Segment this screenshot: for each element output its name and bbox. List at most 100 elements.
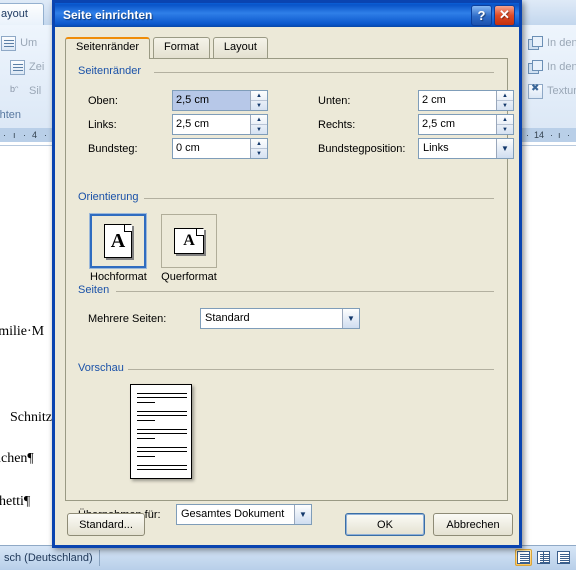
tab-format[interactable]: Format bbox=[153, 37, 210, 59]
spin-up-icon[interactable]: ▲ bbox=[251, 139, 267, 149]
spin-down-icon[interactable]: ▼ bbox=[251, 101, 267, 110]
ruler-tick: · bbox=[3, 130, 6, 140]
group-rule bbox=[116, 291, 494, 292]
orientation-hochformat-box[interactable]: A bbox=[89, 213, 147, 269]
preview-line bbox=[137, 447, 187, 448]
spin-up-icon[interactable]: ▲ bbox=[497, 91, 513, 101]
page-preview bbox=[130, 384, 192, 479]
preview-line bbox=[137, 456, 155, 457]
spin-down-icon[interactable]: ▼ bbox=[251, 125, 267, 134]
mehrere-seiten-combo[interactable]: Standard ▼ bbox=[200, 308, 360, 329]
ribbon-item-umbrueche[interactable]: g ▼ Um bbox=[0, 33, 37, 53]
uebernehmen-fuer-combo[interactable]: Gesamtes Dokument ▼ bbox=[176, 504, 312, 525]
document-text-line: ghetti¶ bbox=[0, 494, 31, 509]
orientation-querformat-box[interactable]: A bbox=[161, 214, 217, 268]
dialog-title-bar[interactable]: Seite einrichten ? ✕ bbox=[52, 0, 522, 27]
preview-line bbox=[137, 429, 187, 430]
ribbon-item-send-to-back[interactable]: In den bbox=[528, 57, 576, 77]
tab-seitenraender[interactable]: Seitenränder bbox=[65, 37, 150, 59]
preview-line bbox=[137, 415, 187, 416]
links-spin-buttons[interactable]: ▲ ▼ bbox=[250, 115, 267, 134]
preview-line bbox=[137, 451, 187, 452]
ribbon-item-label: Textum bbox=[547, 85, 576, 97]
close-icon[interactable]: ✕ bbox=[494, 4, 515, 26]
label-mehrere-seiten: Mehrere Seiten: bbox=[88, 313, 167, 325]
group-title-margins: Seitenränder bbox=[78, 65, 145, 77]
tab-layout[interactable]: Layout bbox=[212, 37, 268, 59]
line-numbers-icon bbox=[10, 59, 25, 75]
document-text-line: Schnitz bbox=[10, 410, 52, 425]
oben-value[interactable]: 2,5 cm bbox=[173, 91, 250, 110]
spin-up-icon[interactable]: ▲ bbox=[251, 91, 267, 101]
cancel-button[interactable]: Abbrechen bbox=[433, 513, 513, 536]
view-buttons bbox=[515, 549, 572, 566]
chevron-down-icon[interactable]: ▼ bbox=[496, 139, 513, 158]
bundstegposition-combo[interactable]: Links ▼ bbox=[418, 138, 514, 159]
send-to-back-icon bbox=[528, 59, 543, 75]
help-button[interactable]: ? bbox=[471, 4, 492, 26]
spin-up-icon[interactable]: ▲ bbox=[251, 115, 267, 125]
print-layout-view-button[interactable] bbox=[515, 549, 532, 566]
ribbon-item-bring-to-front[interactable]: In den bbox=[528, 33, 576, 53]
full-screen-reading-view-button[interactable] bbox=[535, 549, 552, 566]
spin-up-icon[interactable]: ▲ bbox=[497, 115, 513, 125]
spin-down-icon[interactable]: ▼ bbox=[251, 149, 267, 158]
preview-line bbox=[137, 393, 187, 394]
oben-spinner[interactable]: 2,5 cm ▲ ▼ bbox=[172, 90, 268, 111]
unten-spinner[interactable]: 2 cm ▲ ▼ bbox=[418, 90, 514, 111]
ruler-tick: ı bbox=[558, 130, 561, 140]
orientation-hochformat[interactable]: A Hochformat bbox=[89, 213, 147, 283]
bundsteg-value[interactable]: 0 cm bbox=[173, 139, 250, 158]
group-title-orientation: Orientierung bbox=[78, 191, 143, 203]
label-bundsteg: Bundsteg: bbox=[88, 143, 138, 155]
chevron-down-icon[interactable]: ▼ bbox=[342, 309, 359, 328]
rechts-spin-buttons[interactable]: ▲ ▼ bbox=[496, 115, 513, 134]
document-text-line: amilie·M bbox=[0, 324, 45, 339]
bundsteg-spin-buttons[interactable]: ▲ ▼ bbox=[250, 139, 267, 158]
orientation-querformat[interactable]: A Querformat bbox=[161, 214, 217, 283]
preview-line bbox=[137, 397, 187, 398]
ribbon-item-label: In den bbox=[547, 37, 576, 49]
ruler-tick: · bbox=[567, 130, 570, 140]
chevron-down-icon[interactable]: ▼ bbox=[294, 505, 311, 524]
ok-button[interactable]: OK bbox=[345, 513, 425, 536]
dialog-title: Seite einrichten bbox=[63, 8, 153, 22]
default-button[interactable]: Standard... bbox=[67, 513, 145, 536]
status-language[interactable]: sch (Deutschland) bbox=[0, 552, 93, 564]
ribbon-item-label: Sil bbox=[29, 85, 42, 97]
spin-down-icon[interactable]: ▼ bbox=[497, 101, 513, 110]
links-spinner[interactable]: 2,5 cm ▲ ▼ bbox=[172, 114, 268, 135]
dialog-tab-strip: Seitenränder Format Layout bbox=[65, 37, 271, 59]
group-rule bbox=[154, 72, 494, 73]
ribbon-item-text-wrapping[interactable]: Textum bbox=[528, 81, 576, 101]
preview-line bbox=[137, 402, 155, 403]
ruler-tick: 4 bbox=[32, 130, 38, 140]
preview-line bbox=[137, 420, 155, 421]
bundsteg-spinner[interactable]: 0 cm ▲ ▼ bbox=[172, 138, 268, 159]
bundstegposition-value: Links bbox=[423, 142, 449, 154]
group-title-pages: Seiten bbox=[78, 284, 114, 296]
oben-spin-buttons[interactable]: ▲ ▼ bbox=[250, 91, 267, 110]
label-bundstegposition: Bundstegposition: bbox=[318, 143, 406, 155]
page-breaks-icon bbox=[1, 35, 17, 51]
ribbon-item-zeilennummern[interactable]: Zei bbox=[10, 57, 44, 77]
mehrere-seiten-value: Standard bbox=[205, 312, 250, 324]
orientation-hochformat-label: Hochformat bbox=[90, 271, 147, 283]
full-screen-reading-icon bbox=[537, 551, 550, 564]
ribbon-group-label: richten bbox=[0, 109, 22, 121]
text-wrapping-icon bbox=[528, 83, 543, 99]
links-value[interactable]: 2,5 cm bbox=[173, 115, 250, 134]
unten-spin-buttons[interactable]: ▲ ▼ bbox=[496, 91, 513, 110]
ribbon-item-silbentrennung[interactable]: bᵔ Sil bbox=[10, 81, 41, 101]
spin-down-icon[interactable]: ▼ bbox=[497, 125, 513, 134]
preview-line bbox=[137, 465, 187, 466]
rechts-spinner[interactable]: 2,5 cm ▲ ▼ bbox=[418, 114, 514, 135]
web-layout-view-button[interactable] bbox=[555, 549, 572, 566]
unten-value[interactable]: 2 cm bbox=[419, 91, 496, 110]
ribbon-tab-layout[interactable]: ayout bbox=[0, 3, 44, 25]
ruler-tick: · bbox=[526, 130, 529, 140]
rechts-value[interactable]: 2,5 cm bbox=[419, 115, 496, 134]
page-setup-dialog: Seite einrichten ? ✕ Seitenränder Format… bbox=[52, 0, 522, 548]
tab-panel-seitenraender: Seitenränder Oben: 2,5 cm ▲ ▼ Unten: 2 cm… bbox=[65, 58, 514, 525]
portrait-page-icon: A bbox=[104, 224, 132, 258]
